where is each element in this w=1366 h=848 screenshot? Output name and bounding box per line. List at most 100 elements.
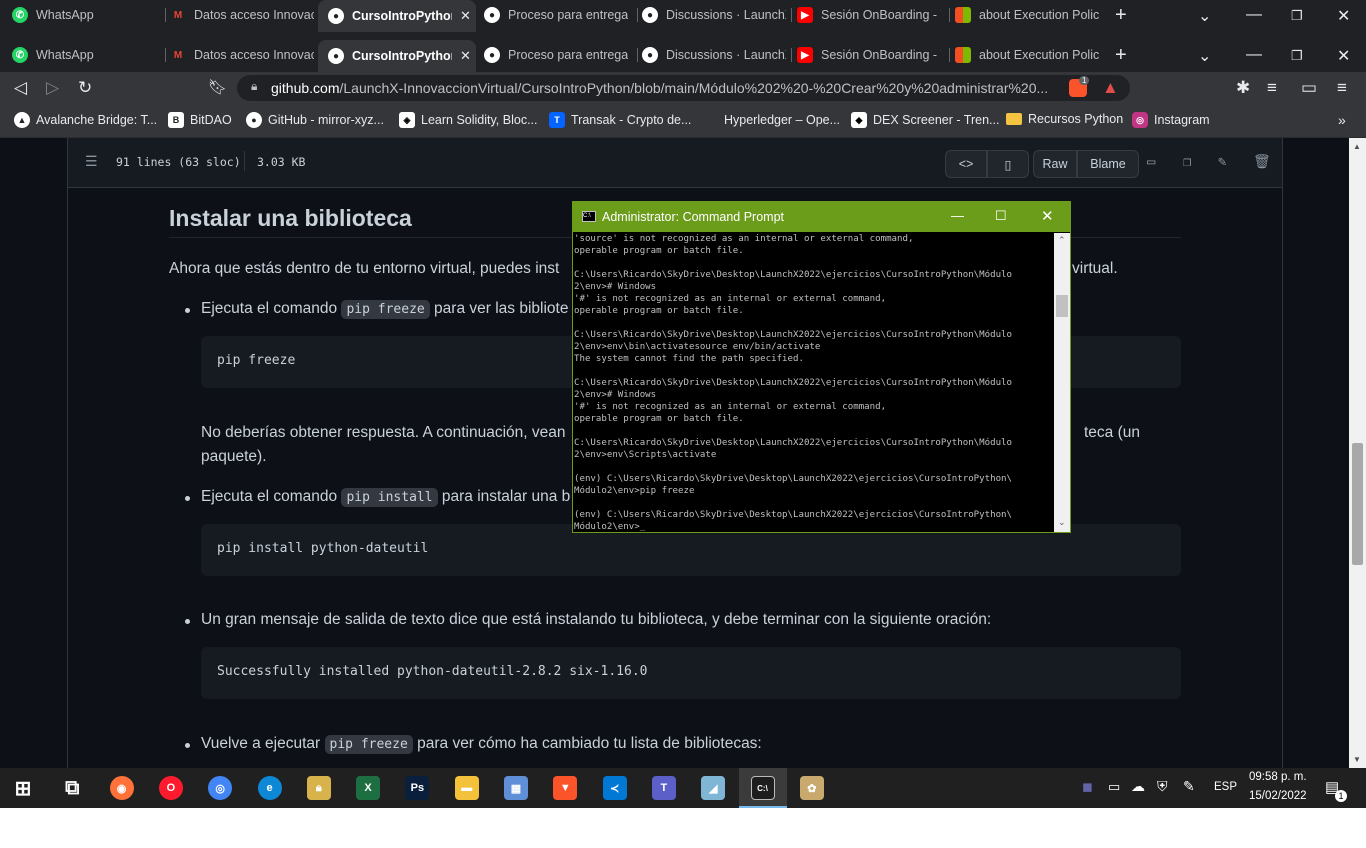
bookmark-github-mirror[interactable]: ● GitHub - mirror-xyz...: [246, 112, 384, 128]
brave-icon[interactable]: ▼: [553, 776, 578, 800]
minimize-icon[interactable]: —: [951, 208, 964, 223]
battery-icon[interactable]: ▭: [1108, 779, 1120, 795]
address-bar[interactable]: 🔒︎ github.com/LaunchX-InnovaccionVirtual…: [237, 75, 1130, 101]
paint-icon[interactable]: ✿: [799, 776, 824, 800]
cmd-output[interactable]: 'source' is not recognized as an interna…: [574, 233, 1054, 533]
restore-icon[interactable]: ❐: [1291, 48, 1303, 64]
cmd-icon[interactable]: C:\: [750, 776, 775, 800]
outline-icon[interactable]: ☰: [85, 154, 98, 170]
language-indicator[interactable]: ESP: [1214, 781, 1237, 793]
tab-youtube[interactable]: ▶ Sesión OnBoarding - Y: [797, 40, 947, 70]
shield-icon[interactable]: ⛨: [1157, 778, 1168, 795]
scroll-thumb[interactable]: [1352, 443, 1363, 565]
bookmarks-overflow-icon[interactable]: »: [1338, 112, 1346, 128]
clock-date[interactable]: 15/02/2022: [1249, 790, 1307, 802]
edge-icon[interactable]: e: [257, 776, 282, 800]
trash-icon[interactable]: 🗑︎: [1253, 154, 1271, 170]
teams-tray-icon[interactable]: ◼: [1082, 779, 1093, 795]
brave-shields-icon[interactable]: 1: [1069, 76, 1090, 97]
tab-gmail[interactable]: M Datos acceso Innovacc: [170, 40, 320, 70]
new-tab-icon[interactable]: +: [1115, 44, 1127, 67]
bookmark-instagram[interactable]: ◎ Instagram: [1132, 112, 1210, 128]
scroll-up-icon[interactable]: ⌃: [1058, 235, 1066, 246]
tab-execution-policies[interactable]: about Execution Polici: [955, 40, 1105, 70]
page-scrollbar[interactable]: ▲ ▼: [1349, 138, 1366, 768]
tab-strip: ✆ WhatsApp M Datos acceso Innovacc ● Cur…: [0, 40, 1366, 72]
minimize-icon[interactable]: —: [1246, 46, 1262, 64]
bookmark-hyperledger[interactable]: Hyperledger – Ope...: [702, 112, 840, 128]
calculator-icon[interactable]: ▦: [504, 776, 528, 800]
task-view-icon[interactable]: ⧉: [60, 776, 84, 800]
command-prompt-window[interactable]: C:\ Administrator: Command Prompt — ☐ ✕ …: [572, 201, 1071, 533]
tab-youtube[interactable]: ▶ Sesión OnBoarding - Y: [797, 0, 947, 30]
minimize-icon[interactable]: —: [1246, 6, 1262, 24]
scroll-down-icon[interactable]: ⌄: [1058, 517, 1066, 528]
bookmark-transak[interactable]: T Transak - Crypto de...: [549, 112, 691, 128]
cmd-line: [574, 365, 1054, 377]
clock-time[interactable]: 09:58 p. m.: [1249, 771, 1307, 783]
chevron-down-icon[interactable]: ⌄: [1198, 46, 1211, 66]
restore-icon[interactable]: ❐: [1291, 8, 1303, 24]
cmd-title-bar[interactable]: C:\ Administrator: Command Prompt — ☐ ✕: [573, 202, 1070, 232]
cmd-line: [574, 317, 1054, 329]
tab-execution-policies[interactable]: about Execution Polici: [955, 0, 1105, 30]
new-tab-icon[interactable]: +: [1115, 4, 1127, 27]
close-window-icon[interactable]: ✕: [1337, 6, 1350, 26]
tab-discussions[interactable]: ● Discussions · LaunchX·: [642, 0, 792, 30]
bookmark-bitdao[interactable]: B BitDAO: [168, 112, 232, 128]
extensions-icon[interactable]: ✱: [1236, 78, 1250, 98]
raw-button[interactable]: Raw: [1033, 150, 1077, 178]
desktop-icon[interactable]: ▭: [1147, 154, 1155, 170]
preview-button[interactable]: ▯: [987, 150, 1029, 178]
pen-icon[interactable]: ✎: [1183, 778, 1195, 795]
windows-start-icon[interactable]: ⊞: [11, 776, 35, 800]
file-explorer-icon[interactable]: ▬: [454, 776, 479, 800]
brave-rewards-icon[interactable]: ▲: [1102, 78, 1119, 98]
tab-gmail[interactable]: M Datos acceso Innovacc: [170, 0, 320, 30]
close-window-icon[interactable]: ✕: [1337, 46, 1350, 66]
code-view-button[interactable]: <>: [945, 150, 987, 178]
forward-icon[interactable]: ▷: [46, 78, 59, 98]
lock-app-icon[interactable]: 🔒︎: [306, 776, 331, 800]
onedrive-icon[interactable]: ☁: [1131, 778, 1145, 795]
bookmark-learn-solidity[interactable]: ◈ Learn Solidity, Bloc...: [399, 112, 538, 128]
media-icon[interactable]: ≡: [1267, 78, 1277, 98]
tab-whatsapp[interactable]: ✆ WhatsApp: [12, 40, 162, 70]
copy-icon[interactable]: ❐: [1183, 154, 1191, 170]
tab-proceso[interactable]: ● Proceso para entregar: [484, 40, 634, 70]
cmd-app-icon: C:\: [582, 211, 596, 222]
tab-cursointropython[interactable]: ● CursoIntroPython/ ✕: [318, 40, 476, 72]
maximize-icon[interactable]: ☐: [995, 208, 1007, 224]
back-icon[interactable]: ◁: [14, 78, 27, 98]
tab-discussions[interactable]: ● Discussions · LaunchX·: [642, 40, 792, 70]
cmd-scroll-thumb[interactable]: [1056, 295, 1068, 317]
wallet-icon[interactable]: ▭: [1301, 78, 1317, 98]
opera-icon[interactable]: O: [158, 776, 183, 800]
firefox-icon[interactable]: ◉: [109, 776, 134, 800]
photoshop-icon[interactable]: Ps: [405, 776, 430, 800]
close-icon[interactable]: ✕: [1041, 207, 1054, 225]
excel-icon[interactable]: X: [356, 776, 381, 800]
close-tab-icon[interactable]: ✕: [460, 8, 471, 24]
tab-proceso[interactable]: ● Proceso para entregar: [484, 0, 634, 30]
bookmark-dex-screener[interactable]: ◆ DEX Screener - Tren...: [851, 112, 999, 128]
reload-icon[interactable]: ↻: [78, 78, 92, 98]
menu-icon[interactable]: ≡: [1337, 78, 1347, 98]
tab-whatsapp[interactable]: ✆ WhatsApp: [12, 0, 162, 30]
teams-icon[interactable]: T: [651, 776, 676, 800]
edit-pencil-icon[interactable]: ✎: [1218, 154, 1226, 170]
chevron-down-icon[interactable]: ⌄: [1198, 6, 1211, 26]
tab-separator: [791, 48, 792, 62]
cmd-scrollbar[interactable]: ⌃ ⌄: [1054, 233, 1070, 532]
bookmark-icon[interactable]: 🔖︎: [208, 78, 227, 98]
close-tab-icon[interactable]: ✕: [460, 48, 471, 64]
scroll-up-icon[interactable]: ▲: [1353, 142, 1361, 151]
chrome-icon[interactable]: ◎: [208, 776, 233, 800]
bookmark-avalanche[interactable]: ▲ Avalanche Bridge: T...: [14, 112, 157, 128]
notepad-icon[interactable]: ◢: [701, 776, 726, 800]
vscode-icon[interactable]: ≺: [602, 776, 627, 800]
scroll-down-icon[interactable]: ▼: [1353, 755, 1361, 764]
bookmark-folder-recursos-python[interactable]: Recursos Python: [1006, 112, 1123, 126]
tab-cursointropython[interactable]: ● CursoIntroPython/ ✕: [318, 0, 476, 32]
blame-button[interactable]: Blame: [1077, 150, 1139, 178]
